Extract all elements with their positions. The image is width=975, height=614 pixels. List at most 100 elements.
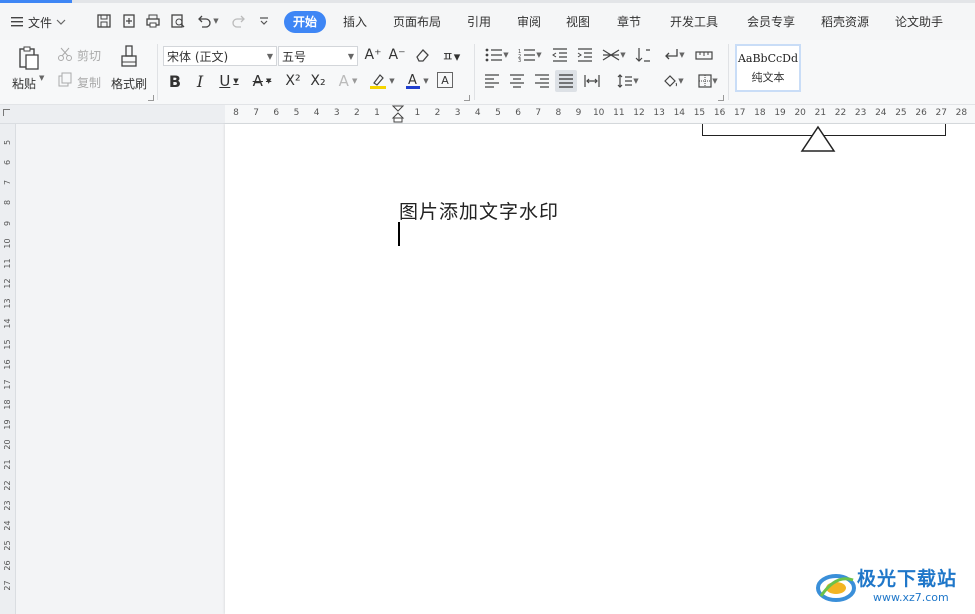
horizontal-ruler[interactable]: 8 7 6 5 4 3 2 1 1 2 3 4 5 6 7 8 9 10 11 12 13 14 15 16 17 18 19 20 2… xyxy=(0,105,975,124)
show-hide-marks-button[interactable]: ▼ xyxy=(660,46,688,64)
chevron-down-icon: ▼ xyxy=(347,52,354,61)
font-dialog-launcher[interactable] xyxy=(464,95,470,101)
tab-selector-icon[interactable] xyxy=(3,109,10,116)
copy-button[interactable]: 复制 xyxy=(77,74,101,91)
redo-button[interactable] xyxy=(229,11,249,31)
paste-icon xyxy=(19,46,39,70)
justify-button[interactable] xyxy=(555,70,577,92)
sort-button[interactable] xyxy=(634,46,652,64)
triangle-shape[interactable] xyxy=(800,124,836,152)
paragraph-dialog-launcher[interactable] xyxy=(718,95,724,101)
tab-insert[interactable]: 插入 xyxy=(343,11,367,33)
ruler-tick-label: 8 xyxy=(233,108,239,118)
align-left-icon xyxy=(485,74,499,88)
italic-button[interactable]: I xyxy=(191,71,209,91)
character-border-button[interactable]: A xyxy=(437,72,453,88)
decrease-indent-button[interactable] xyxy=(551,46,569,64)
tab-section[interactable]: 章节 xyxy=(617,11,641,33)
strikethrough-icon: A xyxy=(252,72,263,90)
text-effect-button[interactable]: A ▼ xyxy=(335,71,361,91)
tab-references[interactable]: 引用 xyxy=(467,11,491,33)
ruler-tick-label: 21 xyxy=(3,459,12,470)
font-name-select[interactable]: 宋体 (正文) ▼ xyxy=(163,46,277,66)
file-menu[interactable]: 文件 xyxy=(10,12,66,32)
ruler-tick-label: 7 xyxy=(535,108,542,118)
undo-button[interactable] xyxy=(194,11,214,31)
ruler-tick-label: 10 xyxy=(3,238,12,249)
underline-button[interactable]: U ▼ xyxy=(215,71,243,91)
paste-label[interactable]: 粘贴 xyxy=(12,75,36,92)
superscript-button[interactable]: X² xyxy=(283,71,303,91)
bullets-button[interactable]: ▼ xyxy=(483,46,511,64)
group-divider xyxy=(157,44,158,100)
export-pdf-button[interactable] xyxy=(119,11,139,31)
ruler-tick-label: 1 xyxy=(374,108,380,118)
print-preview-icon xyxy=(171,14,185,28)
tab-review[interactable]: 审阅 xyxy=(517,11,541,33)
numbering-button[interactable]: 123 ▼ xyxy=(516,46,544,64)
document-page[interactable] xyxy=(225,124,975,614)
bold-button[interactable]: B xyxy=(166,71,184,91)
font-color-button[interactable]: A ▼ xyxy=(403,71,431,91)
customize-toolbar-button[interactable] xyxy=(254,11,274,31)
phonetic-guide-button[interactable]: ㅍ▾ xyxy=(438,46,464,65)
svg-text:3: 3 xyxy=(518,58,521,62)
ruler-tick-label: 27 xyxy=(935,108,947,118)
save-button[interactable] xyxy=(94,11,114,31)
align-justify-icon xyxy=(559,74,573,88)
ruler-tick-label: 14 xyxy=(673,108,686,118)
indent-marker-icon[interactable] xyxy=(391,105,405,123)
line-spacing-button[interactable]: ▼ xyxy=(614,72,642,90)
ruler-tick-label: 20 xyxy=(3,439,12,450)
grow-font-button[interactable]: A⁺ xyxy=(364,46,382,64)
align-left-button[interactable] xyxy=(483,72,501,90)
format-painter-button[interactable]: 格式刷 xyxy=(111,75,147,92)
tab-home[interactable]: 开始 xyxy=(284,11,327,33)
document-text[interactable]: 图片添加文字水印 xyxy=(399,197,559,224)
vertical-ruler[interactable]: 5 6 7 8 9 10 11 12 13 14 15 16 17 18 19 20 21 22 23 24 25 26 2… xyxy=(0,124,16,614)
tab-view[interactable]: 视图 xyxy=(566,11,590,33)
ruler-tick-label: 12 xyxy=(633,108,645,118)
group-divider xyxy=(728,44,729,100)
print-preview-button[interactable] xyxy=(168,11,188,31)
tab-thesis-assistant[interactable]: 论文助手 xyxy=(895,11,943,33)
shading-button[interactable]: ▼ xyxy=(659,72,687,90)
chevron-down-icon: ▼ xyxy=(712,77,718,85)
subscript-button[interactable]: X₂ xyxy=(308,71,328,91)
ruler-tick-label: 7 xyxy=(3,180,12,186)
ruler-tick-label: 11 xyxy=(613,108,625,118)
tab-developer[interactable]: 开发工具 xyxy=(670,11,718,33)
tab-page-layout[interactable]: 页面布局 xyxy=(393,11,441,33)
highlight-color-button[interactable]: ▼ xyxy=(368,71,396,91)
chevron-down-icon: ▼ xyxy=(423,77,429,85)
title-tab-bar: 文件 ▼ 开始 插入 页面布局 引用 审阅 视图 章节 开发工具 会员专享 稻壳… xyxy=(0,0,975,40)
style-plain-text[interactable]: AaBbCcDd 纯文本 xyxy=(735,44,801,92)
chevron-down-icon: ▼ xyxy=(679,51,685,59)
print-button[interactable] xyxy=(143,11,163,31)
ruler-tick-label: 3 xyxy=(333,108,340,118)
align-right-button[interactable] xyxy=(533,72,551,90)
font-size-select[interactable]: 五号 ▼ xyxy=(278,46,358,66)
align-center-button[interactable] xyxy=(508,72,526,90)
borders-button[interactable]: ▼ xyxy=(694,72,722,90)
distributed-button[interactable] xyxy=(583,72,601,90)
chinese-layout-button[interactable]: ▼ xyxy=(600,46,628,64)
strikethrough-button[interactable]: A ▼ xyxy=(249,71,275,91)
tab-stops-button[interactable] xyxy=(694,46,714,64)
clear-format-button[interactable] xyxy=(413,46,431,64)
undo-dropdown[interactable]: ▼ xyxy=(212,11,220,31)
bullet-list-icon xyxy=(485,48,503,62)
font-size-value: 五号 xyxy=(282,50,307,64)
ribbon-home: 粘贴 ▼ 剪切 复制 格式刷 宋体 (正文) ▼ 五号 ▼ A⁺ A⁻ ㅍ▾ B… xyxy=(0,40,975,105)
cut-button[interactable]: 剪切 xyxy=(77,47,101,64)
file-menu-label: 文件 xyxy=(28,15,53,30)
shrink-font-button[interactable]: A⁻ xyxy=(388,46,406,64)
paste-dropdown-icon[interactable]: ▼ xyxy=(39,74,44,82)
clipboard-dialog-launcher[interactable] xyxy=(148,95,154,101)
paste-button[interactable] xyxy=(14,44,42,72)
ruler-tick-label: 14 xyxy=(3,318,12,329)
tab-member[interactable]: 会员专享 xyxy=(747,11,795,33)
chevron-down-icon: ▼ xyxy=(389,77,395,85)
tab-docer-resources[interactable]: 稻壳资源 xyxy=(821,11,869,33)
increase-indent-button[interactable] xyxy=(576,46,594,64)
